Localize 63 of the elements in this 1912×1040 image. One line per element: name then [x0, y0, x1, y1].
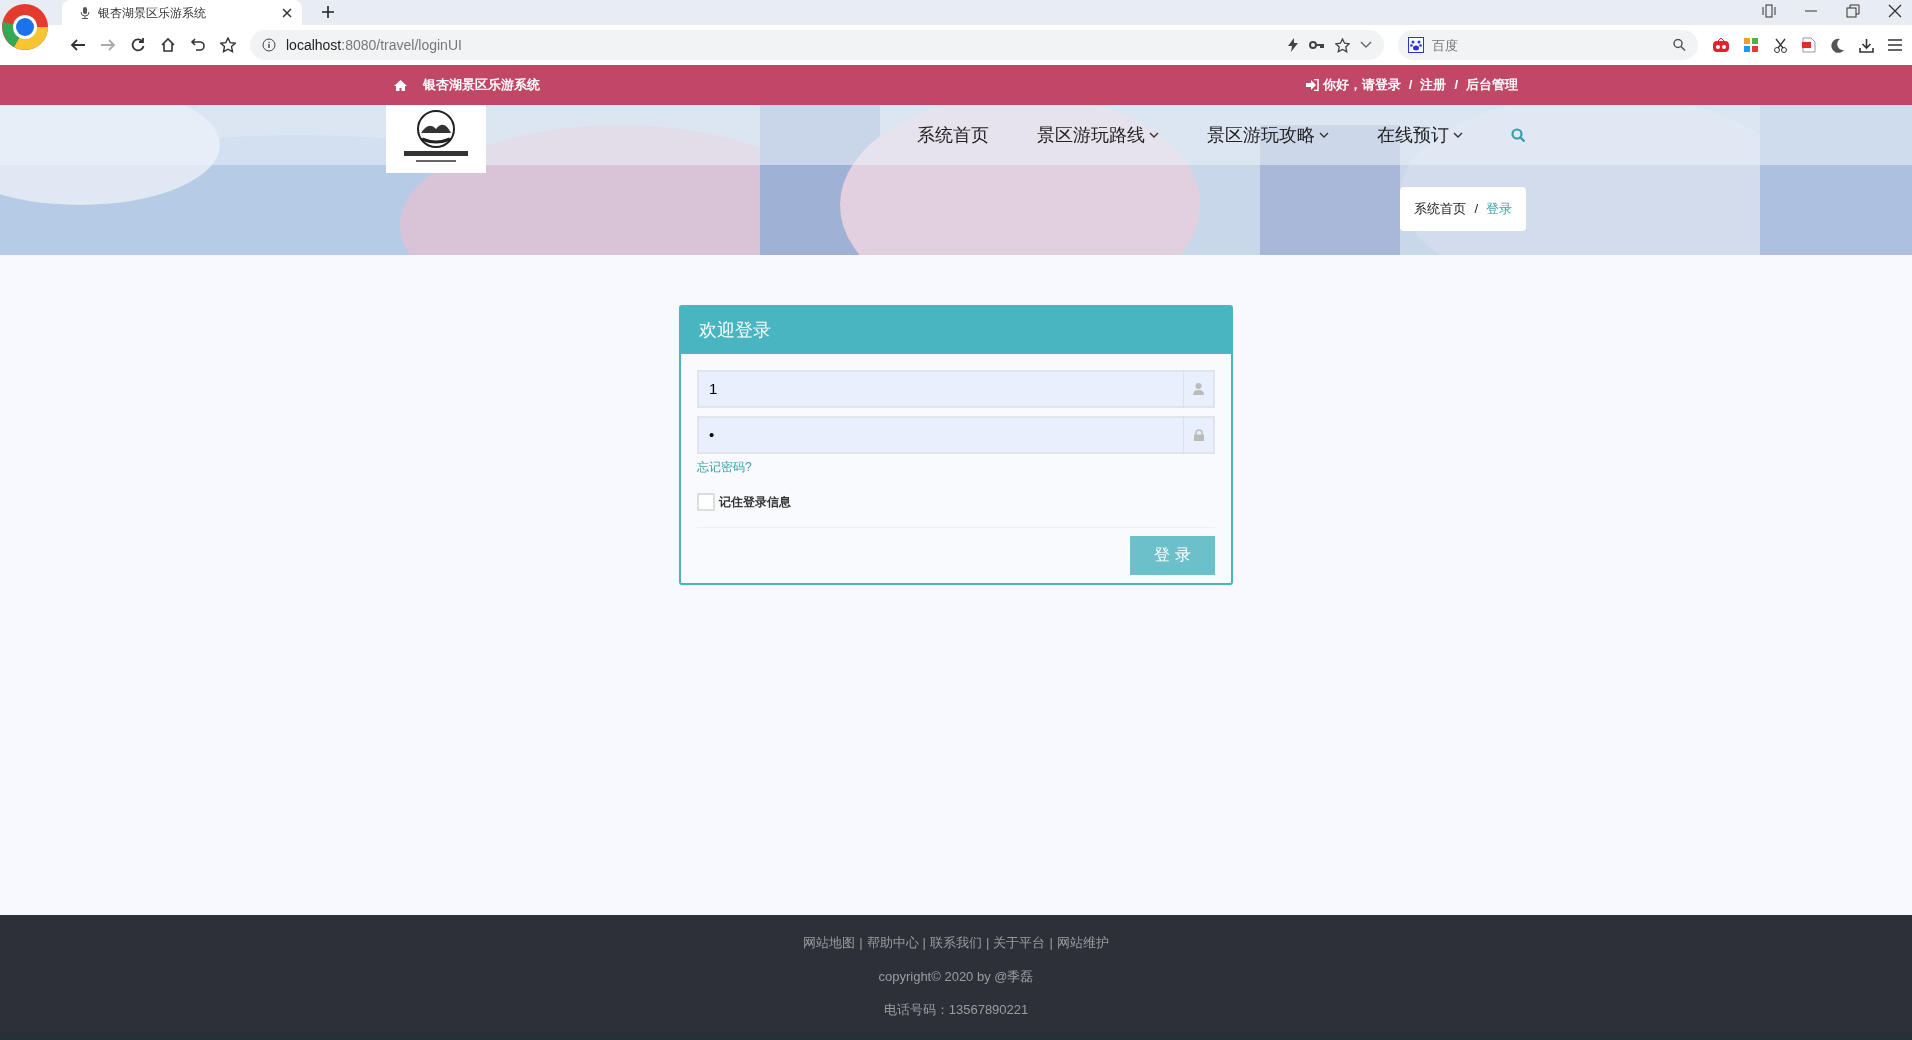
header-link[interactable]: 注册 [1420, 75, 1447, 95]
home-icon[interactable] [160, 37, 176, 53]
footer-link[interactable]: 网站维护 [1056, 935, 1109, 950]
apps-icon[interactable] [1744, 37, 1759, 53]
logo[interactable] [386, 105, 486, 173]
tab-title: 银杏湖景区乐游系统 [98, 4, 207, 22]
browser-tab[interactable]: 银杏湖景区乐游系统 [62, 0, 302, 25]
scissors-icon[interactable] [1773, 37, 1788, 53]
breadcrumb-item[interactable]: 登录 [1486, 199, 1512, 219]
key-icon[interactable] [1309, 40, 1325, 50]
moon-icon[interactable] [1830, 37, 1845, 53]
user-icon [1193, 383, 1204, 395]
reload-icon[interactable] [130, 37, 146, 53]
sign-in-icon [1305, 79, 1319, 91]
nav-link[interactable]: 景区游玩攻略 [1207, 121, 1329, 149]
close-icon[interactable] [282, 7, 292, 18]
separator-text: | [922, 935, 926, 950]
footer-link[interactable]: 网站地图 [803, 935, 856, 950]
nav-link[interactable]: 系统首页 [917, 121, 989, 149]
site-name[interactable]: 银杏湖景区乐游系统 [423, 75, 540, 95]
tile-icon[interactable] [1762, 4, 1776, 18]
separator-text: / [1408, 76, 1413, 95]
info-icon[interactable] [262, 38, 276, 52]
menu-icon[interactable] [1888, 39, 1902, 51]
star-icon[interactable] [220, 37, 236, 53]
separator-text: | [1049, 935, 1053, 950]
separator-text: / [1454, 76, 1458, 95]
new-tab-icon[interactable] [322, 6, 334, 18]
game-controller-icon[interactable] [1712, 37, 1730, 53]
separator-text: | [859, 935, 863, 950]
search-icon[interactable] [1673, 38, 1686, 52]
header-link[interactable]: 你好，请登录 [1322, 75, 1401, 95]
phone-text: 电话号码：13567890221 [882, 1001, 1030, 1019]
restore-icon[interactable] [1846, 4, 1860, 18]
close-icon[interactable] [1888, 4, 1902, 18]
separator-text: / [1474, 200, 1478, 218]
login-title: 欢迎登录 [681, 307, 1231, 354]
pdf-icon[interactable] [1802, 37, 1816, 53]
lightning-icon[interactable] [1287, 38, 1299, 52]
footer-link[interactable]: 帮助中心 [866, 935, 919, 950]
microphone-icon [80, 6, 90, 19]
footer-link[interactable]: 关于平台 [993, 935, 1046, 950]
chevron-down-icon[interactable] [1360, 41, 1372, 49]
address-field[interactable]: localhost:8080/travel/loginUI [286, 34, 462, 56]
footer-link[interactable]: 联系我们 [930, 935, 982, 950]
copyright-text: copyright© 2020 by @季磊 [877, 967, 1035, 986]
nav-link[interactable]: 景区游玩路线 [1037, 121, 1159, 149]
remember-checkbox[interactable] [697, 492, 715, 511]
paw-icon [1408, 37, 1424, 53]
breadcrumb-item[interactable]: 系统首页 [1414, 199, 1467, 219]
remember-label[interactable]: 记住登录信息 [719, 492, 791, 511]
download-icon[interactable] [1859, 37, 1874, 53]
nav-link[interactable]: 在线预订 [1377, 121, 1463, 149]
undo-icon[interactable] [190, 37, 206, 53]
username-field[interactable]: 1 [697, 370, 1183, 408]
forgot-password-link[interactable]: 忘记密码? [697, 458, 752, 476]
password-field[interactable]: • [697, 416, 1183, 454]
lock-icon [1193, 429, 1204, 441]
search-field[interactable]: 百度 [1398, 30, 1698, 60]
header-link[interactable]: 后台管理 [1466, 75, 1518, 95]
back-icon[interactable] [70, 37, 86, 53]
star-icon[interactable] [1335, 37, 1350, 53]
separator-text: | [986, 935, 990, 950]
